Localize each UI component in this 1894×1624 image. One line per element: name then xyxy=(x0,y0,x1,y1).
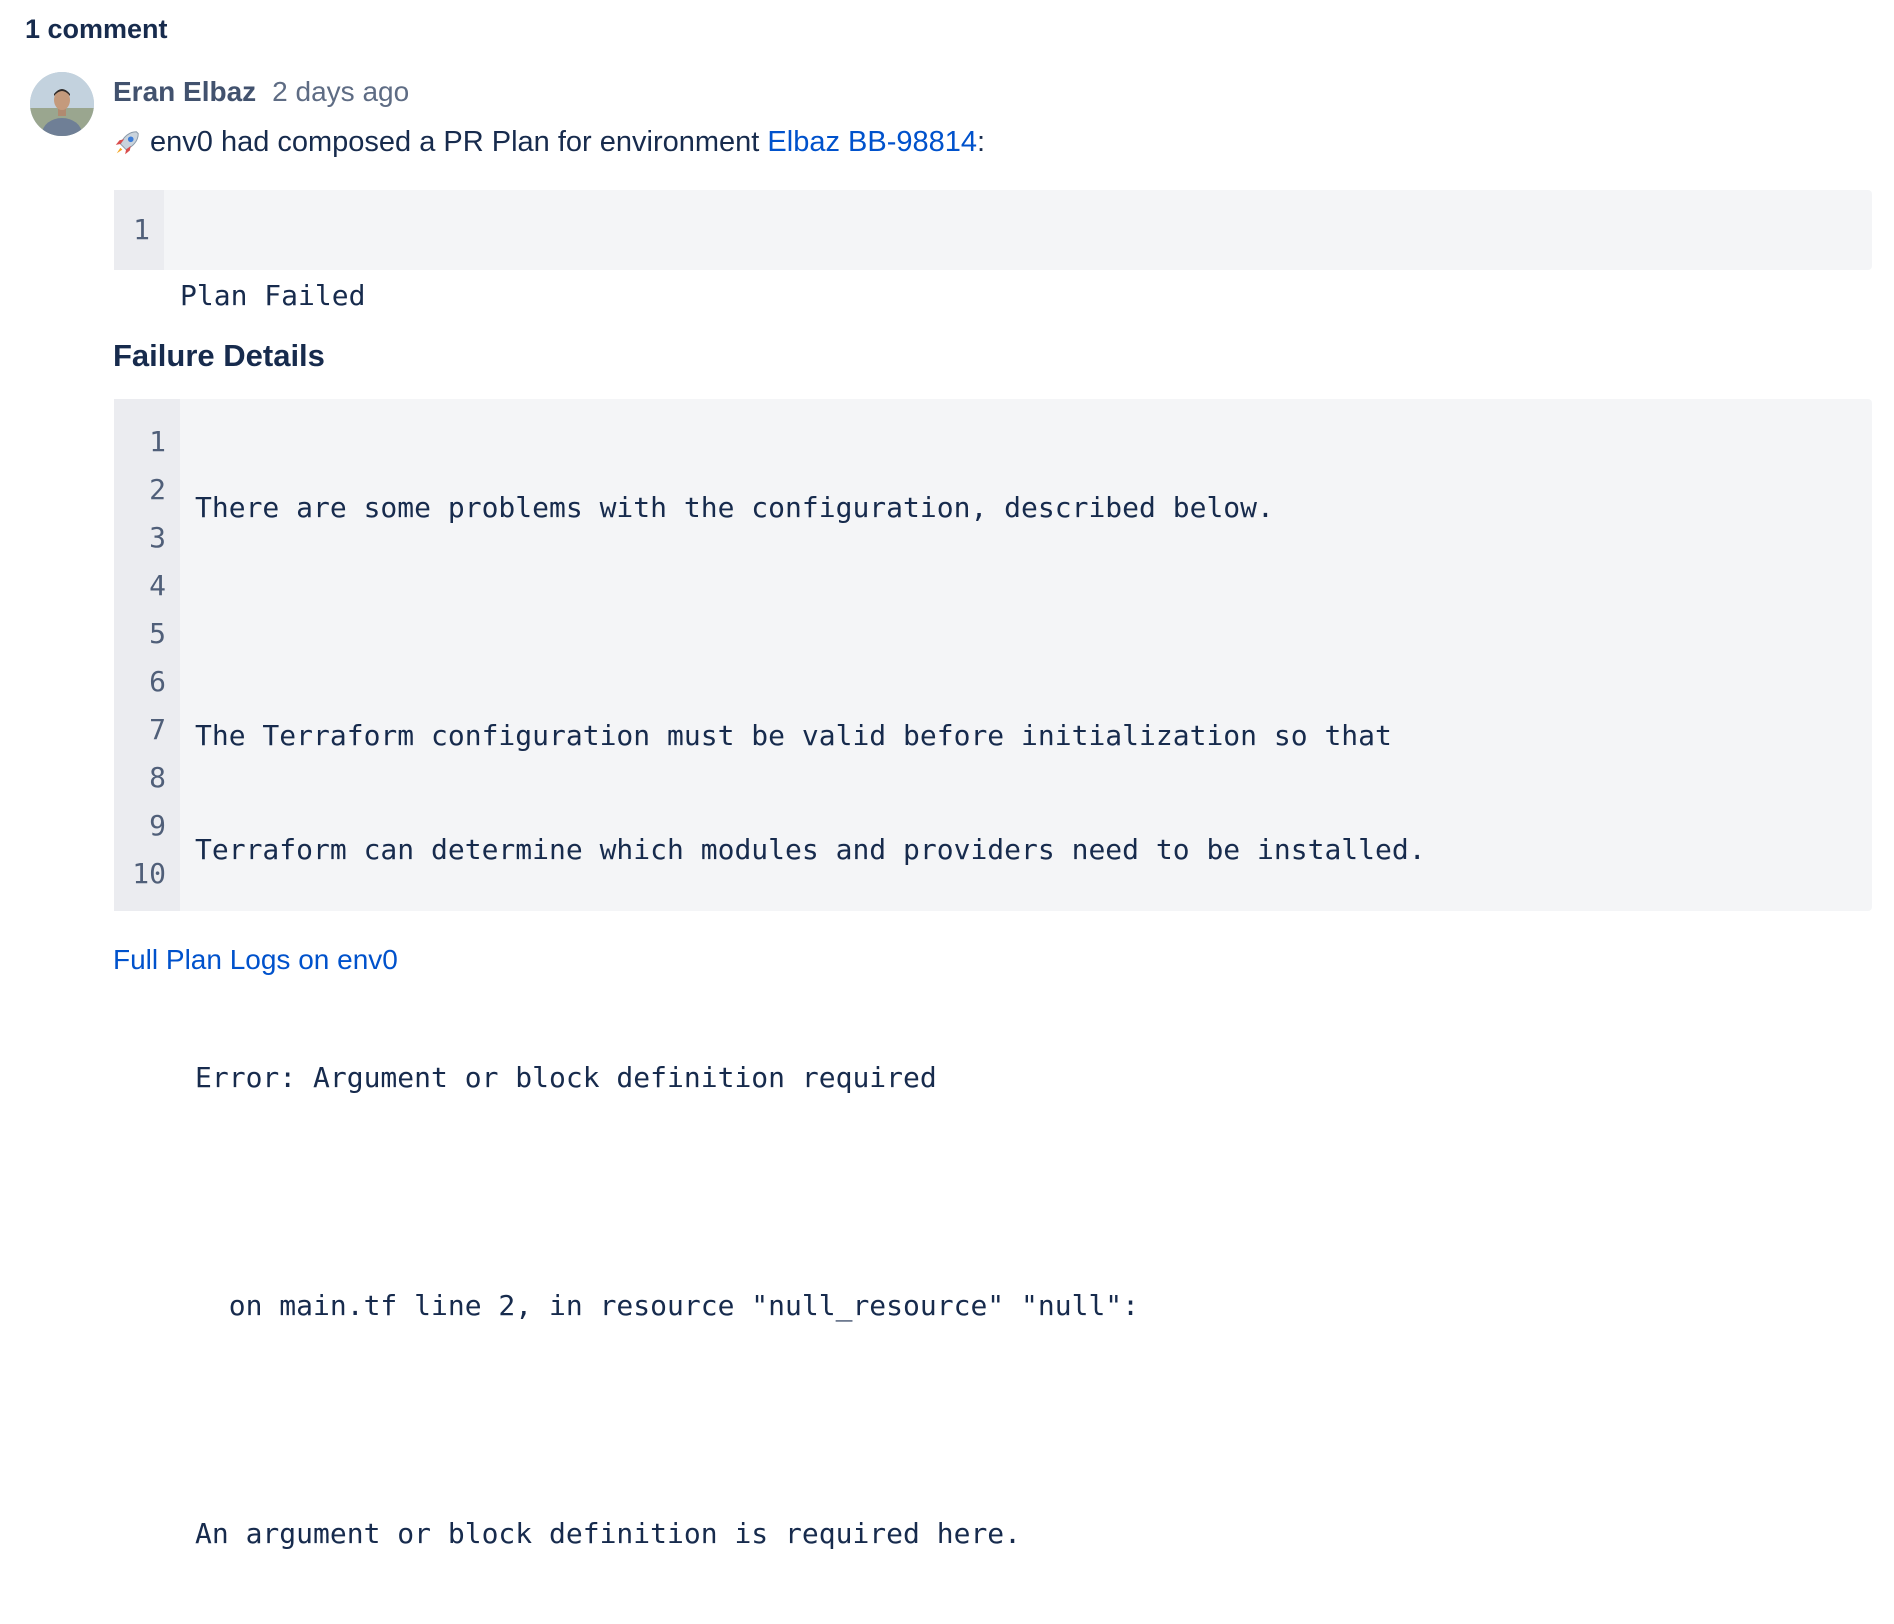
line-number: 3 xyxy=(149,521,166,554)
environment-link[interactable]: Elbaz BB-98814 xyxy=(767,126,977,159)
message-prefix: env0 had composed a PR Plan for environm… xyxy=(150,126,760,158)
comment-message: env0 had composed a PR Plan for environm… xyxy=(112,126,985,159)
code-line: An argument or block definition is requi… xyxy=(195,1517,1022,1550)
code-line: on main.tf line 2, in resource "null_res… xyxy=(195,1289,1140,1322)
full-plan-logs-link[interactable]: Full Plan Logs on env0 xyxy=(113,944,398,976)
failure-details-code-block: 1 2 3 4 5 6 7 8 9 10 There are some prob… xyxy=(114,399,1872,1550)
rocket-icon xyxy=(115,130,139,154)
user-photo-icon xyxy=(30,72,94,136)
line-number: 9 xyxy=(149,809,166,842)
code-line: The Terraform configuration must be vali… xyxy=(195,719,1392,752)
line-numbers: 1 2 3 4 5 6 7 8 9 10 xyxy=(114,399,180,911)
line-number: 7 xyxy=(149,713,166,746)
message-suffix: : xyxy=(977,126,986,158)
line-numbers: 1 xyxy=(114,190,164,270)
line-number: 1 xyxy=(149,425,166,458)
author-name[interactable]: Eran Elbaz xyxy=(113,76,256,108)
code-line: Plan Failed xyxy=(180,279,366,312)
code-content: Plan Failed xyxy=(164,190,365,312)
line-number: 8 xyxy=(149,761,166,794)
line-number: 10 xyxy=(132,857,166,890)
line-number: 5 xyxy=(149,617,166,650)
line-number: 1 xyxy=(133,213,150,246)
code-line: Terraform can determine which modules an… xyxy=(195,833,1426,866)
line-number: 4 xyxy=(149,569,166,602)
code-content: There are some problems with the configu… xyxy=(180,399,1426,1550)
comment-timestamp[interactable]: 2 days ago xyxy=(272,76,409,108)
line-number: 2 xyxy=(149,473,166,506)
comment-meta: Eran Elbaz 2 days ago xyxy=(113,76,409,108)
plan-status-code-block: 1 Plan Failed xyxy=(114,190,1872,312)
code-line: Error: Argument or block definition requ… xyxy=(195,1061,937,1094)
comments-count-heading: 1 comment xyxy=(25,14,168,44)
avatar[interactable] xyxy=(30,72,94,136)
line-number: 6 xyxy=(149,665,166,698)
code-line: There are some problems with the configu… xyxy=(195,491,1274,524)
failure-details-heading: Failure Details xyxy=(113,338,325,373)
